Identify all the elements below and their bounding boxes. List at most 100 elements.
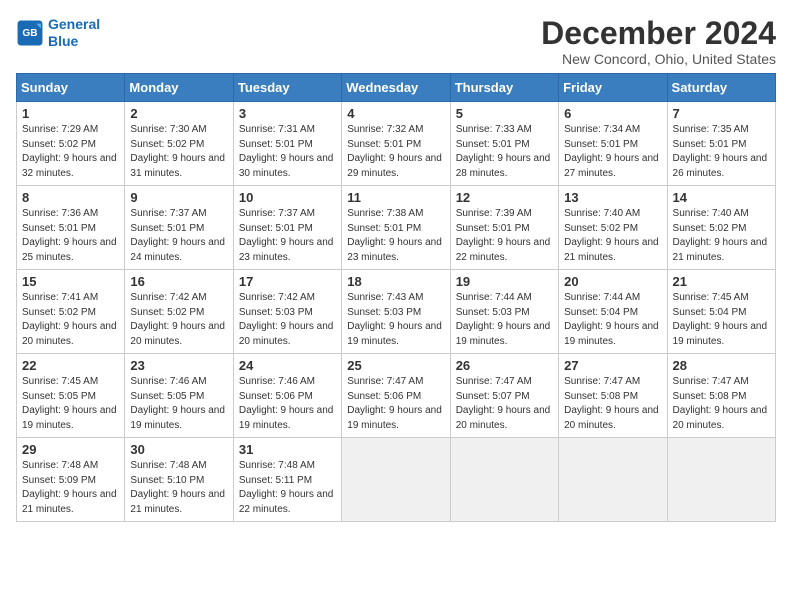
day-number: 22 [22,358,119,373]
day-info: Sunrise: 7:48 AMSunset: 5:09 PMDaylight:… [22,459,119,517]
day-number: 12 [456,190,553,205]
calendar-cell: 25 Sunrise: 7:47 AMSunset: 5:06 PMDayligh… [342,354,450,438]
calendar-header: SundayMondayTuesdayWednesdayThursdayFrid… [17,74,776,102]
day-info: Sunrise: 7:30 AMSunset: 5:02 PMDaylight:… [130,123,227,181]
day-header-friday: Friday [559,74,667,102]
day-header-tuesday: Tuesday [233,74,341,102]
calendar-cell [342,438,450,522]
calendar-cell: 4Sunrise: 7:32 AMSunset: 5:01 PMDaylight… [342,102,450,186]
day-number: 15 [22,274,119,289]
calendar-week-row: 8 Sunrise: 7:36 AMSunset: 5:01 PMDaylight… [17,186,776,270]
day-number: 6 [564,106,661,121]
day-number: 25 [347,358,444,373]
day-info: Sunrise: 7:37 AMSunset: 5:01 PMDaylight:… [130,207,227,265]
day-number: 11 [347,190,444,205]
day-number: 14 [673,190,770,205]
day-info: Sunrise: 7:42 AMSunset: 5:02 PMDaylight:… [130,291,227,349]
day-header-wednesday: Wednesday [342,74,450,102]
day-number: 5 [456,106,553,121]
day-number: 4 [347,106,444,121]
day-info: Sunrise: 7:47 AMSunset: 5:07 PMDaylight:… [456,375,553,433]
calendar-cell: 11 Sunrise: 7:38 AMSunset: 5:01 PMDayligh… [342,186,450,270]
calendar-cell: 2 Sunrise: 7:30 AMSunset: 5:02 PMDaylight… [125,102,233,186]
day-info: Sunrise: 7:47 AMSunset: 5:06 PMDaylight:… [347,375,444,433]
calendar-cell [667,438,775,522]
day-number: 19 [456,274,553,289]
calendar-cell: 22 Sunrise: 7:45 AMSunset: 5:05 PMDayligh… [17,354,125,438]
day-info: Sunrise: 7:42 AMSunset: 5:03 PMDaylight:… [239,291,336,349]
calendar-cell: 6 Sunrise: 7:34 AMSunset: 5:01 PMDaylight… [559,102,667,186]
day-header-monday: Monday [125,74,233,102]
calendar-week-row: 1Sunrise: 7:29 AMSunset: 5:02 PMDaylight… [17,102,776,186]
day-number: 27 [564,358,661,373]
month-title: December 2024 [541,16,776,51]
day-info: Sunrise: 7:47 AMSunset: 5:08 PMDaylight:… [564,375,661,433]
calendar-cell: 17 Sunrise: 7:42 AMSunset: 5:03 PMDayligh… [233,270,341,354]
calendar-table: SundayMondayTuesdayWednesdayThursdayFrid… [16,73,776,522]
day-number: 1 [22,106,119,121]
day-info: Sunrise: 7:45 AMSunset: 5:05 PMDaylight:… [22,375,119,433]
calendar-week-row: 29Sunrise: 7:48 AMSunset: 5:09 PMDayligh… [17,438,776,522]
day-number: 23 [130,358,227,373]
day-number: 24 [239,358,336,373]
calendar-cell: 30Sunrise: 7:48 AMSunset: 5:10 PMDayligh… [125,438,233,522]
calendar-cell: 20 Sunrise: 7:44 AMSunset: 5:04 PMDayligh… [559,270,667,354]
svg-text:GB: GB [22,28,37,39]
calendar-cell: 26 Sunrise: 7:47 AMSunset: 5:07 PMDayligh… [450,354,558,438]
day-info: Sunrise: 7:48 AMSunset: 5:10 PMDaylight:… [130,459,227,517]
day-number: 8 [22,190,119,205]
title-block: December 2024 New Concord, Ohio, United … [541,16,776,67]
calendar-cell: 28Sunrise: 7:47 AMSunset: 5:08 PMDayligh… [667,354,775,438]
day-info: Sunrise: 7:44 AMSunset: 5:03 PMDaylight:… [456,291,553,349]
day-info: Sunrise: 7:44 AMSunset: 5:04 PMDaylight:… [564,291,661,349]
day-info: Sunrise: 7:47 AMSunset: 5:08 PMDaylight:… [673,375,770,433]
calendar-week-row: 15Sunrise: 7:41 AMSunset: 5:02 PMDayligh… [17,270,776,354]
day-header-sunday: Sunday [17,74,125,102]
day-info: Sunrise: 7:34 AMSunset: 5:01 PMDaylight:… [564,123,661,181]
calendar-cell: 12 Sunrise: 7:39 AMSunset: 5:01 PMDayligh… [450,186,558,270]
day-info: Sunrise: 7:40 AMSunset: 5:02 PMDaylight:… [564,207,661,265]
calendar-cell: 14 Sunrise: 7:40 AMSunset: 5:02 PMDayligh… [667,186,775,270]
day-info: Sunrise: 7:37 AMSunset: 5:01 PMDaylight:… [239,207,336,265]
calendar-cell: 13 Sunrise: 7:40 AMSunset: 5:02 PMDayligh… [559,186,667,270]
day-info: Sunrise: 7:36 AMSunset: 5:01 PMDaylight:… [22,207,119,265]
day-number: 13 [564,190,661,205]
calendar-cell: 9 Sunrise: 7:37 AMSunset: 5:01 PMDaylight… [125,186,233,270]
day-info: Sunrise: 7:46 AMSunset: 5:06 PMDaylight:… [239,375,336,433]
day-number: 31 [239,442,336,457]
day-number: 2 [130,106,227,121]
day-number: 10 [239,190,336,205]
day-number: 20 [564,274,661,289]
day-number: 17 [239,274,336,289]
logo: GB General Blue [16,16,100,50]
day-number: 18 [347,274,444,289]
day-number: 21 [673,274,770,289]
calendar-cell: 15Sunrise: 7:41 AMSunset: 5:02 PMDayligh… [17,270,125,354]
day-info: Sunrise: 7:48 AMSunset: 5:11 PMDaylight:… [239,459,336,517]
calendar-cell [559,438,667,522]
day-number: 26 [456,358,553,373]
day-info: Sunrise: 7:45 AMSunset: 5:04 PMDaylight:… [673,291,770,349]
day-info: Sunrise: 7:39 AMSunset: 5:01 PMDaylight:… [456,207,553,265]
day-number: 3 [239,106,336,121]
page-header: GB General Blue December 2024 New Concor… [16,16,776,67]
day-info: Sunrise: 7:35 AMSunset: 5:01 PMDaylight:… [673,123,770,181]
calendar-cell: 3Sunrise: 7:31 AMSunset: 5:01 PMDaylight… [233,102,341,186]
calendar-cell: 8 Sunrise: 7:36 AMSunset: 5:01 PMDaylight… [17,186,125,270]
day-info: Sunrise: 7:38 AMSunset: 5:01 PMDaylight:… [347,207,444,265]
calendar-body: 1Sunrise: 7:29 AMSunset: 5:02 PMDaylight… [17,102,776,522]
calendar-cell: 1Sunrise: 7:29 AMSunset: 5:02 PMDaylight… [17,102,125,186]
calendar-cell: 27 Sunrise: 7:47 AMSunset: 5:08 PMDayligh… [559,354,667,438]
calendar-cell: 24 Sunrise: 7:46 AMSunset: 5:06 PMDayligh… [233,354,341,438]
calendar-cell: 16 Sunrise: 7:42 AMSunset: 5:02 PMDayligh… [125,270,233,354]
calendar-cell: 21 Sunrise: 7:45 AMSunset: 5:04 PMDayligh… [667,270,775,354]
day-number: 9 [130,190,227,205]
day-number: 16 [130,274,227,289]
calendar-cell: 10 Sunrise: 7:37 AMSunset: 5:01 PMDayligh… [233,186,341,270]
location: New Concord, Ohio, United States [541,51,776,67]
day-header-saturday: Saturday [667,74,775,102]
calendar-cell: 31 Sunrise: 7:48 AMSunset: 5:11 PMDayligh… [233,438,341,522]
day-info: Sunrise: 7:40 AMSunset: 5:02 PMDaylight:… [673,207,770,265]
calendar-cell [450,438,558,522]
calendar-cell: 19 Sunrise: 7:44 AMSunset: 5:03 PMDayligh… [450,270,558,354]
